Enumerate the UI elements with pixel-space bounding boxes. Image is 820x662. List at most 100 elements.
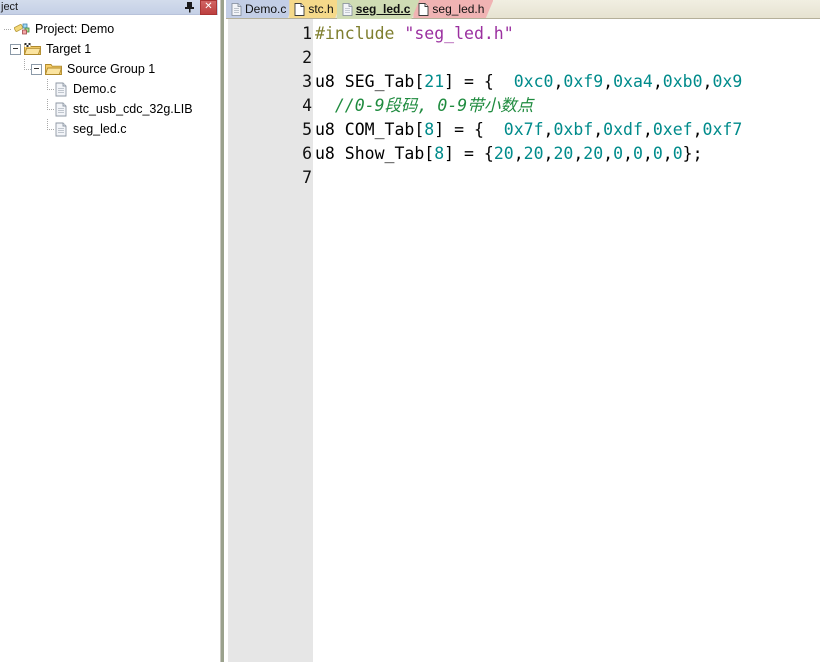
sidebar-item-label: Demo.c <box>73 82 117 96</box>
tab-stc-h[interactable]: stc.h <box>289 0 342 19</box>
sidebar-item-file-stc-usb-cdc-32g-lib[interactable]: stc_usb_cdc_32g.LIB <box>0 99 218 119</box>
project-tree[interactable]: Project: Demo Target 1 Source Group 1 De… <box>0 15 218 662</box>
tab-label: Demo.c <box>245 2 287 16</box>
code-token: , <box>543 144 554 163</box>
code-token: ] = { <box>444 144 494 163</box>
document-icon <box>294 3 305 16</box>
editor-area: Demo.c stc.h seg_led.c seg_led.h 1 2 3 4… <box>226 0 820 662</box>
code-token: , <box>662 144 673 163</box>
document-icon <box>418 3 429 16</box>
sidebar-item-target-1[interactable]: Target 1 <box>0 39 218 59</box>
project-panel-titlebar: ject ✕ <box>0 0 218 15</box>
code-token: , <box>652 72 663 91</box>
tree-guide <box>43 79 54 99</box>
code-token: 0xa4 <box>613 72 653 91</box>
code-token: 20 <box>523 144 544 163</box>
project-panel-title: ject <box>1 0 19 13</box>
target-folder-icon <box>24 42 41 56</box>
tab-seg-led-c[interactable]: seg_led.c <box>337 0 420 19</box>
code-token: u8 COM_Tab[ <box>315 120 425 139</box>
code-token: , <box>642 120 653 139</box>
project-panel-buttons: ✕ <box>183 0 217 15</box>
line-number: 6 <box>302 144 312 163</box>
code-token: 8 <box>434 144 445 163</box>
code-token: , <box>603 72 614 91</box>
file-icon <box>54 102 68 117</box>
code-token: , <box>623 144 633 163</box>
code-token: 20 <box>583 144 604 163</box>
sidebar-item-file-demo-c[interactable]: Demo.c <box>0 79 218 99</box>
code-token: , <box>603 144 614 163</box>
tab-demo-c[interactable]: Demo.c <box>226 0 295 19</box>
code-token: 0xf9 <box>563 72 604 91</box>
code-token: , <box>642 144 653 163</box>
code-token: 0x7f <box>503 120 544 139</box>
sidebar-item-project-root[interactable]: Project: Demo <box>0 19 218 39</box>
code-view[interactable]: 1 2 3 4 5 6 7 #include "seg_led.h" u8 SE… <box>226 19 820 662</box>
line-number: 2 <box>302 48 312 67</box>
code-token: ] = { <box>444 72 514 91</box>
code-line: #include "seg_led.h" <box>313 22 820 46</box>
sidebar-item-source-group-1[interactable]: Source Group 1 <box>0 59 218 79</box>
code-token: 0 <box>613 144 624 163</box>
code-token: 8 <box>424 120 435 139</box>
code-token: , <box>573 144 584 163</box>
ide-window: ject ✕ Project: Demo Target 1 Source Gro… <box>0 0 820 662</box>
sidebar-item-label: Project: Demo <box>35 22 115 36</box>
pin-glyph-svg <box>184 2 194 13</box>
tree-guide <box>43 99 54 119</box>
editor-tab-bar[interactable]: Demo.c stc.h seg_led.c seg_led.h <box>226 0 820 19</box>
line-number-column: 1 2 3 4 5 6 7 <box>227 19 313 190</box>
line-number: 3 <box>302 72 312 91</box>
project-panel: ject ✕ Project: Demo Target 1 Source Gro… <box>0 0 218 662</box>
project-icon <box>14 22 30 37</box>
code-token: 0 <box>652 144 663 163</box>
code-token: }; <box>682 144 703 163</box>
tab-label: stc.h <box>308 2 334 16</box>
code-token: , <box>543 120 554 139</box>
code-token: 0 <box>672 144 683 163</box>
document-icon <box>342 3 353 16</box>
code-token: , <box>692 120 703 139</box>
code-line: u8 Show_Tab[8] = {20,20,20,20,0,0,0,0}; <box>313 142 820 166</box>
code-token: 20 <box>553 144 574 163</box>
close-icon[interactable]: ✕ <box>200 0 217 15</box>
panel-splitter[interactable] <box>218 0 226 662</box>
pin-icon[interactable] <box>183 1 195 14</box>
code-text-area[interactable]: #include "seg_led.h" u8 SEG_Tab[21] = { … <box>313 19 820 662</box>
code-token: , <box>702 72 713 91</box>
document-icon <box>231 3 242 16</box>
line-number: 5 <box>302 120 312 139</box>
code-token: 21 <box>424 72 445 91</box>
line-number: 7 <box>302 168 312 187</box>
code-token: 0x9 <box>712 72 743 91</box>
tree-guide <box>20 59 31 79</box>
tree-guide <box>43 119 54 139</box>
code-token: ] = { <box>434 120 504 139</box>
code-token: 20 <box>493 144 514 163</box>
code-line: u8 COM_Tab[8] = { 0x7f,0xbf,0xdf,0xef,0x… <box>313 118 820 142</box>
gutter-margin[interactable]: 1 2 3 4 5 6 7 <box>227 19 313 662</box>
code-token: , <box>593 120 604 139</box>
code-line: //0-9段码, 0-9带小数点 <box>313 94 820 118</box>
code-token: u8 Show_Tab[ <box>315 144 435 163</box>
code-token: 0xbf <box>553 120 594 139</box>
line-number: 1 <box>302 24 312 43</box>
file-icon <box>54 122 68 137</box>
code-token: 0 <box>632 144 643 163</box>
sidebar-item-label: stc_usb_cdc_32g.LIB <box>73 102 193 116</box>
expander-minus-icon[interactable] <box>31 63 42 75</box>
expander-minus-icon[interactable] <box>10 43 21 55</box>
code-token: "seg_led.h" <box>404 24 514 43</box>
sidebar-item-file-seg-led-c[interactable]: seg_led.c <box>0 119 218 139</box>
code-token: u8 SEG_Tab[ <box>315 72 425 91</box>
code-line: u8 SEG_Tab[21] = { 0xc0,0xf9,0xa4,0xb0,0… <box>313 70 820 94</box>
sidebar-item-label: Source Group 1 <box>67 62 156 76</box>
line-number: 4 <box>302 96 312 115</box>
tab-seg-led-h[interactable]: seg_led.h <box>413 0 493 19</box>
file-icon <box>54 82 68 97</box>
code-token: #include <box>315 24 405 43</box>
code-token: 0xdf <box>603 120 643 139</box>
